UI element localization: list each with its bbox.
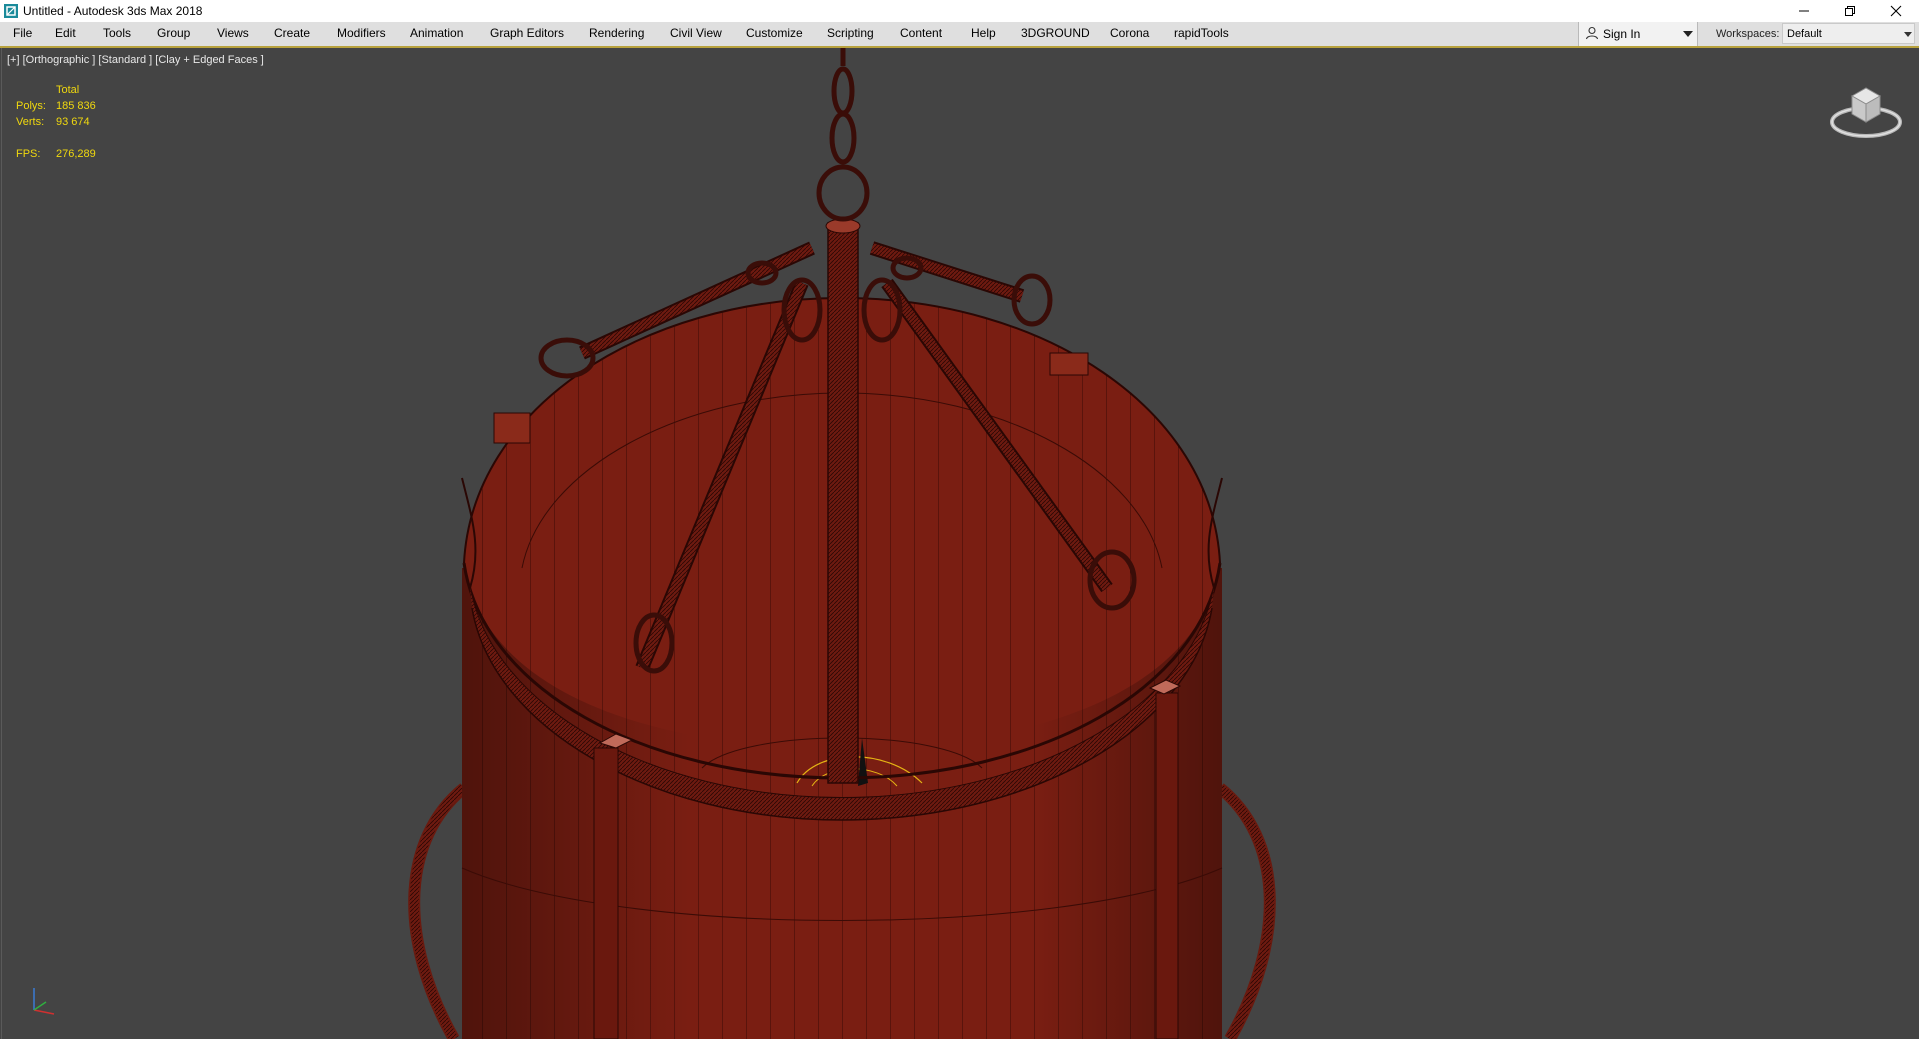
workspaces-label: Workspaces: xyxy=(1716,28,1780,40)
minimize-icon xyxy=(1799,10,1809,12)
model-render xyxy=(408,48,1276,1039)
close-button[interactable] xyxy=(1873,0,1919,22)
hanging-chain xyxy=(816,48,870,222)
menu-create[interactable]: Create xyxy=(274,26,310,40)
sign-in-label: Sign In xyxy=(1603,27,1641,41)
stats-polys-value: 185 836 xyxy=(56,100,96,112)
menu-group[interactable]: Group xyxy=(157,26,190,40)
title-bar: Untitled - Autodesk 3ds Max 2018 xyxy=(0,0,1919,23)
menu-edit[interactable]: Edit xyxy=(55,26,76,40)
sign-in-dropdown[interactable]: Sign In xyxy=(1578,22,1698,46)
chevron-down-icon xyxy=(1683,31,1693,37)
user-icon xyxy=(1585,26,1599,40)
3ds-max-icon xyxy=(4,4,18,18)
menu-tools[interactable]: Tools xyxy=(103,26,131,40)
central-stem xyxy=(825,218,861,784)
stats-polys-label: Polys: xyxy=(16,100,46,112)
menu-views[interactable]: Views xyxy=(217,26,249,40)
workspaces-value: Default xyxy=(1787,28,1822,40)
stats-verts-label: Verts: xyxy=(16,116,45,128)
stats-fps-label: FPS: xyxy=(16,148,41,160)
menu-file[interactable]: File xyxy=(13,26,32,40)
workspaces-select[interactable]: Default xyxy=(1782,23,1915,44)
stats-fps-value: 276,289 xyxy=(56,148,96,160)
menu-content[interactable]: Content xyxy=(900,26,942,40)
minimize-button[interactable] xyxy=(1781,0,1827,22)
axis-tripod-icon xyxy=(33,988,55,1015)
stats-verts-value: 93 674 xyxy=(56,116,90,128)
viewport-label-menu[interactable]: [+] [Orthographic ] [Standard ] [Clay + … xyxy=(7,54,264,66)
menu-civil-view[interactable]: Civil View xyxy=(670,26,722,40)
menu-graph-editors[interactable]: Graph Editors xyxy=(490,26,564,40)
menu-modifiers[interactable]: Modifiers xyxy=(337,26,386,40)
menu-corona[interactable]: Corona xyxy=(1110,26,1149,40)
window-title: Untitled - Autodesk 3ds Max 2018 xyxy=(23,4,203,18)
restore-button[interactable] xyxy=(1827,0,1873,22)
stats-header: Total xyxy=(56,84,80,96)
viewcube-icon[interactable] xyxy=(1828,76,1904,142)
close-icon xyxy=(1890,5,1902,17)
menu-animation[interactable]: Animation xyxy=(410,26,463,40)
perspective-viewport[interactable]: [+] [Orthographic ] [Standard ] [Clay + … xyxy=(1,48,1919,1039)
menu-rapidtools[interactable]: rapidTools xyxy=(1174,26,1229,40)
menu-3dground[interactable]: 3DGROUND xyxy=(1021,26,1090,40)
menu-customize[interactable]: Customize xyxy=(746,26,803,40)
restore-icon xyxy=(1845,6,1855,16)
menu-help[interactable]: Help xyxy=(971,26,996,40)
chevron-down-icon xyxy=(1904,32,1912,37)
menu-rendering[interactable]: Rendering xyxy=(589,26,644,40)
menu-scripting[interactable]: Scripting xyxy=(827,26,874,40)
